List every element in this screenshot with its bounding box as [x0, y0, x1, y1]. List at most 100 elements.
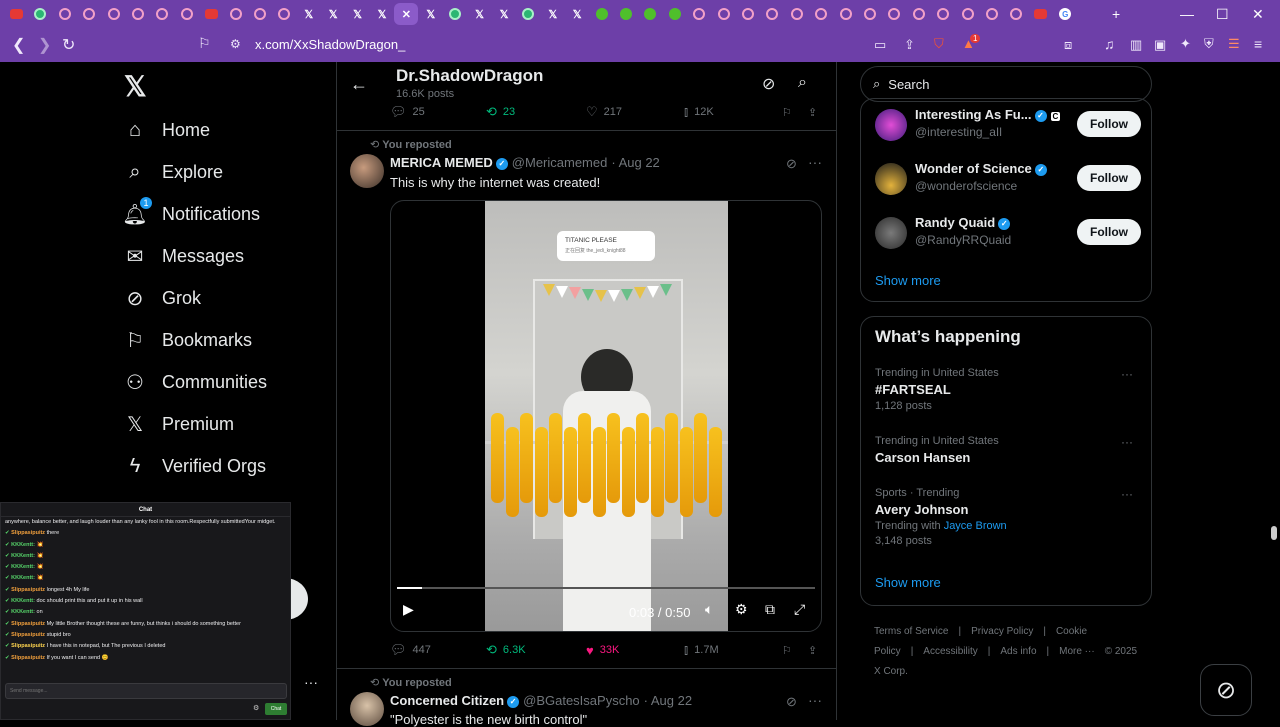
pip-icon[interactable]: ⧉: [765, 601, 775, 618]
nav-item-home[interactable]: ⌂ Home: [122, 110, 210, 150]
chat-username[interactable]: KKKentt:: [11, 598, 35, 604]
show-more-link[interactable]: Show more: [875, 575, 941, 590]
follow-suggestion[interactable]: Randy Quaid ✓ @RandyRRQuaid Follow: [875, 213, 1141, 253]
browser-tab[interactable]: 𝕏: [468, 3, 492, 25]
chat-username[interactable]: KKKentt:: [11, 609, 35, 615]
browser-tab[interactable]: 𝕏: [297, 3, 321, 25]
browser-tab[interactable]: [712, 3, 736, 25]
browser-tab[interactable]: [736, 3, 760, 25]
back-arrow-icon[interactable]: ←: [350, 74, 368, 95]
chat-username[interactable]: Slippasipuitz: [11, 655, 45, 661]
like-button[interactable]: ♥ 33K: [586, 643, 619, 658]
bookmark-icon[interactable]: ⚐: [782, 106, 792, 119]
avatar[interactable]: [875, 217, 907, 249]
footer-link[interactable]: Privacy Policy: [971, 626, 1033, 637]
chat-username[interactable]: KKKentt:: [11, 564, 35, 570]
scrollbar[interactable]: [1268, 62, 1280, 720]
menu-icon[interactable]: ≡: [1254, 36, 1262, 52]
browser-tab[interactable]: [272, 3, 296, 25]
browser-tab[interactable]: [663, 3, 687, 25]
browser-tab[interactable]: [1029, 3, 1053, 25]
chat-username[interactable]: Slippasipuitz: [11, 530, 45, 536]
bookmark-icon[interactable]: ⚐: [782, 644, 792, 657]
more-options-icon[interactable]: ···: [808, 154, 822, 170]
browser-tab[interactable]: [687, 3, 711, 25]
browser-tab[interactable]: [614, 3, 638, 25]
more-options-icon[interactable]: ···: [1121, 435, 1133, 449]
browser-tab[interactable]: [53, 3, 77, 25]
browser-tab[interactable]: 𝕏: [565, 3, 589, 25]
chat-username[interactable]: Slippasipuitz: [11, 587, 45, 593]
nav-item-bookmarks[interactable]: ⚐ Bookmarks: [122, 320, 252, 360]
back-nav-icon[interactable]: ❮: [12, 35, 25, 55]
footer-link[interactable]: Ads info: [1000, 646, 1036, 657]
volume-icon[interactable]: 🔈︎: [705, 601, 713, 618]
site-info-icon[interactable]: ⚙: [230, 37, 241, 51]
footer-link[interactable]: More ···: [1059, 646, 1095, 657]
minimize-button[interactable]: —: [1180, 0, 1194, 28]
search-box[interactable]: ⌕: [860, 66, 1152, 102]
maximize-button[interactable]: ☐: [1216, 0, 1229, 28]
settings-icon[interactable]: ⚙: [735, 601, 748, 618]
show-more-link[interactable]: Show more: [875, 273, 941, 288]
browser-tab[interactable]: [882, 3, 906, 25]
trend-with-link[interactable]: Jayce Brown: [944, 520, 1007, 532]
nav-item-communities[interactable]: ⚇ Communities: [122, 362, 267, 402]
grok-icon[interactable]: ⊘: [786, 156, 797, 172]
browser-tab[interactable]: [224, 3, 248, 25]
browser-tab[interactable]: [516, 3, 540, 25]
x-logo-icon[interactable]: 𝕏: [124, 70, 147, 103]
extension-icon[interactable]: ☰: [1228, 36, 1240, 52]
screenshot-icon[interactable]: ⧈: [1064, 37, 1072, 53]
scrollbar-thumb[interactable]: [1271, 526, 1277, 540]
close-window-button[interactable]: ✕: [1252, 0, 1264, 28]
chat-settings-icon[interactable]: ⚙: [253, 704, 259, 712]
browser-tab[interactable]: [28, 3, 52, 25]
browser-tab[interactable]: [1004, 3, 1028, 25]
browser-tab[interactable]: [760, 3, 784, 25]
chat-username[interactable]: Slippasipuitz: [11, 632, 45, 638]
play-icon[interactable]: ▶: [403, 601, 414, 618]
video-progress-bar[interactable]: [397, 587, 815, 589]
reply-button[interactable]: 💬︎ 25: [390, 104, 425, 120]
nav-item-premium[interactable]: 𝕏 Premium: [122, 404, 234, 444]
trend-item[interactable]: Trending in United States #FARTSEAL 1,128 …: [875, 367, 1141, 412]
more-options-icon[interactable]: ···: [1121, 367, 1133, 381]
chat-username[interactable]: KKKentt:: [11, 575, 35, 581]
browser-tab[interactable]: [907, 3, 931, 25]
browser-tab[interactable]: [590, 3, 614, 25]
trend-item[interactable]: Trending in United States Carson Hansen ··…: [875, 435, 1141, 465]
share-icon[interactable]: ⇪: [808, 644, 817, 657]
follow-button[interactable]: Follow: [1077, 165, 1141, 191]
cast-icon[interactable]: ▭: [874, 37, 886, 53]
browser-tab[interactable]: [785, 3, 809, 25]
search-icon[interactable]: ⌕: [798, 74, 807, 92]
browser-tab[interactable]: [809, 3, 833, 25]
chat-send-button[interactable]: Chat: [265, 703, 287, 715]
nav-item-explore[interactable]: ⌕ Explore: [122, 152, 223, 192]
forward-nav-icon[interactable]: ❯: [38, 35, 51, 55]
chat-username[interactable]: Slippasipuitz: [11, 621, 45, 627]
browser-tab[interactable]: [175, 3, 199, 25]
browser-tab[interactable]: [4, 3, 28, 25]
grok-fab-icon[interactable]: ⊘: [1200, 664, 1252, 716]
browser-tab[interactable]: 𝕏: [492, 3, 516, 25]
follow-suggestion[interactable]: Wonder of Science ✓ @wonderofscience Follow: [875, 159, 1141, 199]
browser-tab[interactable]: [931, 3, 955, 25]
brave-shield-icon[interactable]: ⛉: [934, 36, 944, 52]
leo-ai-icon[interactable]: ✦: [1180, 36, 1191, 52]
reload-icon[interactable]: ↻: [62, 35, 75, 55]
retweet-button[interactable]: ⟲ 23: [486, 104, 515, 120]
browser-tab[interactable]: [150, 3, 174, 25]
browser-tab[interactable]: 𝕏: [419, 3, 443, 25]
chat-username[interactable]: KKKentt:: [11, 542, 35, 548]
chat-username[interactable]: Slippasipuitz: [11, 643, 45, 649]
more-options-icon[interactable]: ···: [1121, 487, 1133, 501]
browser-tab[interactable]: [956, 3, 980, 25]
browser-tab[interactable]: 𝕏: [370, 3, 394, 25]
url-field[interactable]: x.com/XxShadowDragon_: [255, 37, 405, 52]
browser-tab[interactable]: 𝕏: [541, 3, 565, 25]
trend-item[interactable]: Sports · Trending Avery Johnson Trending w…: [875, 487, 1141, 547]
browser-tab[interactable]: [126, 3, 150, 25]
bookmark-page-icon[interactable]: ⚐: [198, 35, 211, 52]
